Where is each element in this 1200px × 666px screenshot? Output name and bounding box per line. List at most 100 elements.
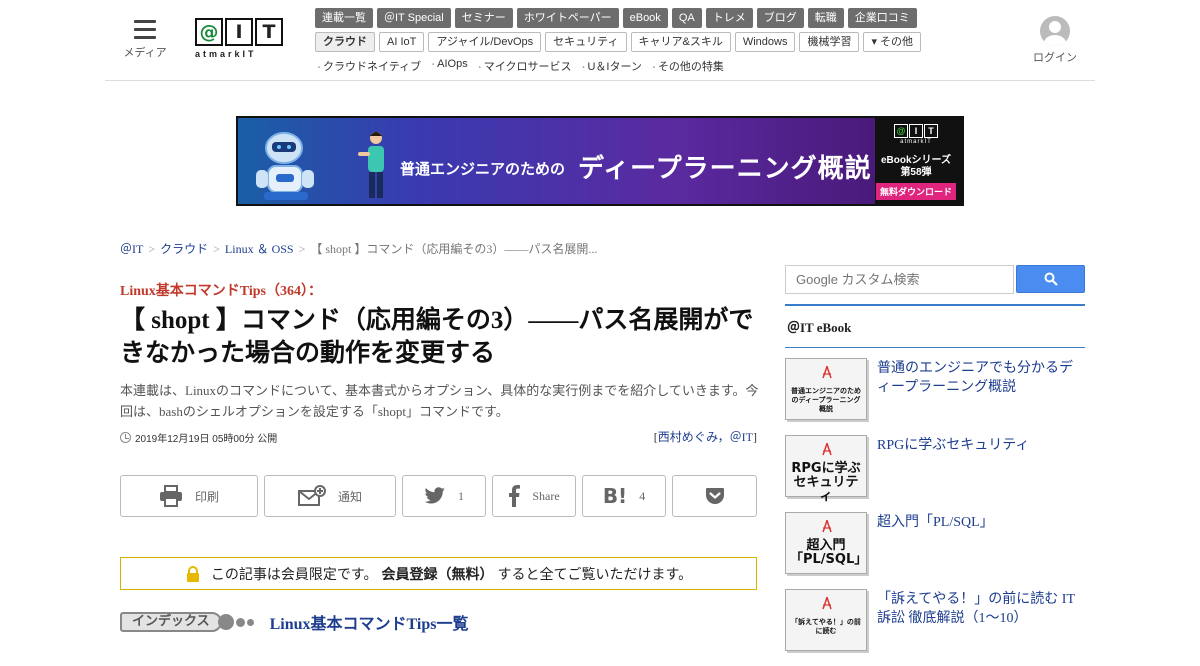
nav-item-career[interactable]: 転職: [807, 8, 844, 28]
nav-item-seminar[interactable]: セミナー: [454, 8, 513, 28]
banner-series-line1: eBookシリーズ: [880, 155, 952, 166]
nav-item-cloud[interactable]: クラウド: [315, 32, 375, 52]
breadcrumb-current: 【 shopt 】コマンド（応用編その3）――パス名展開...: [310, 242, 598, 256]
ebook-heading: ＠IT eBook: [785, 304, 1085, 348]
author-link[interactable]: 西村めぐみ，＠IT: [658, 430, 753, 444]
pocket-button[interactable]: [672, 475, 757, 517]
facebook-icon: [508, 485, 521, 507]
nav-item-treme[interactable]: トレメ: [705, 8, 753, 28]
search-icon: [1044, 272, 1058, 286]
site-header: メディア @ I T atmarkIT 連載一覧 ＠IT Special セミナ…: [105, 0, 1095, 81]
ebook-cover[interactable]: 普通エンジニアのためのディープラーニング概説: [785, 358, 867, 420]
ebook-cover-text: 超入門「PL/SQL」: [790, 538, 868, 567]
nav-link-other-features[interactable]: その他の特集: [650, 58, 724, 74]
robot-illustration: [256, 132, 314, 200]
user-avatar-icon: [1040, 16, 1070, 46]
notify-label: 通知: [337, 489, 362, 504]
logo-subtext: atmarkIT: [195, 49, 257, 59]
ebook-item[interactable]: 超入門「PL/SQL」 超入門「PL/SQL」: [785, 512, 1085, 589]
article-series[interactable]: Linux基本コマンドTips（364）：: [120, 280, 322, 300]
notify-button[interactable]: 通知: [264, 475, 396, 517]
page-title: 【 shopt 】コマンド（応用編その3）――パス名展開ができなかった場合の動作…: [120, 307, 754, 367]
index-row: インデックス Linux基本コマンドTips一覧: [120, 610, 469, 634]
nav-link-aiops[interactable]: AIOps: [429, 58, 468, 74]
breadcrumb-home[interactable]: ＠IT: [120, 242, 143, 256]
hatena-count: 4: [639, 488, 646, 503]
search-button[interactable]: [1016, 265, 1085, 293]
author-bracket-close: ]: [753, 430, 757, 444]
mail-plus-icon: [297, 485, 326, 507]
nav-item-ai-iot[interactable]: AI IoT: [379, 32, 425, 52]
nav-item-special[interactable]: ＠IT Special: [377, 8, 451, 28]
ebook-title[interactable]: 普通のエンジニアでも分かるディープラーニング概説: [877, 358, 1085, 435]
pdf-icon: [822, 519, 832, 533]
clock-icon: [120, 432, 131, 443]
pocket-icon: [705, 487, 725, 505]
login-button[interactable]: ログイン: [1030, 16, 1080, 65]
ebook-cover[interactable]: 超入門「PL/SQL」: [785, 512, 867, 574]
nav-item-qa[interactable]: QA: [671, 8, 702, 28]
ebook-item[interactable]: RPGに学ぶセキュリティ RPGに学ぶセキュリティ: [785, 435, 1085, 512]
print-icon: [159, 485, 183, 507]
secondary-nav: クラウド AI IoT アジャイル/DevOps セキュリティ キャリア&スキル…: [315, 32, 922, 52]
print-button[interactable]: 印刷: [120, 475, 258, 517]
member-register-link[interactable]: 会員登録（無料）: [382, 564, 494, 584]
ebook-title[interactable]: 「訴えてやる！」の前に読む IT訴訟 徹底解説（1～10）: [877, 589, 1085, 666]
banner-logo-subtext: atmarkIT: [900, 139, 932, 145]
ebook-cover[interactable]: 「訴えてやる！」の前に読む: [785, 589, 867, 651]
banner-logo-i: I: [909, 124, 923, 138]
index-link[interactable]: Linux基本コマンドTips一覧: [270, 610, 469, 634]
site-logo[interactable]: @ I T atmarkIT: [195, 18, 287, 64]
banner-series: eBookシリーズ 第58弾: [872, 155, 960, 179]
media-menu-label: メディア: [123, 47, 167, 59]
ebook-title[interactable]: 超入門「PL/SQL」: [877, 512, 994, 589]
nav-item-machine-learning[interactable]: 機械学習: [799, 32, 860, 52]
publish-date-text: 2019年12月19日 05時00分 公開: [135, 434, 278, 445]
breadcrumb-linux-oss[interactable]: Linux ＆ OSS: [225, 242, 294, 256]
ad-banner[interactable]: 普通エンジニアのための ディープラーニング概説 @ I T atmarkIT e…: [236, 116, 964, 206]
breadcrumb-cloud[interactable]: クラウド: [160, 242, 208, 256]
article-lead: 本連載は、Linuxのコマンドについて、基本書式からオプション、具体的な実行例ま…: [120, 383, 759, 419]
nav-item-company-reviews[interactable]: 企業口コミ: [847, 8, 917, 28]
nav-item-agile-devops[interactable]: アジャイル/DevOps: [428, 32, 542, 52]
publish-date: 2019年12月19日 05時00分 公開: [120, 430, 277, 445]
pdf-icon: [822, 365, 832, 379]
facebook-share-button[interactable]: Share: [492, 475, 576, 517]
nav-item-windows[interactable]: Windows: [734, 32, 796, 52]
nav-item-others[interactable]: ▾ その他: [863, 32, 922, 52]
print-label: 印刷: [194, 489, 219, 504]
ebook-list: 普通エンジニアのためのディープラーニング概説 普通のエンジニアでも分かるディープ…: [785, 358, 1085, 666]
banner-ebook-badge: @ I T atmarkIT eBookシリーズ 第58弾 無料ダウンロード: [872, 122, 960, 202]
index-tag-dots: [217, 614, 254, 630]
nav-link-microservices[interactable]: マイクロサービス: [476, 58, 572, 74]
ebook-item[interactable]: 「訴えてやる！」の前に読む 「訴えてやる！」の前に読む IT訴訟 徹底解説（1～…: [785, 589, 1085, 666]
banner-subtitle: 普通エンジニアのための: [400, 161, 566, 178]
login-label: ログイン: [1033, 52, 1077, 64]
index-tag-label: インデックス: [120, 612, 222, 632]
search-input[interactable]: [785, 265, 1014, 294]
nav-item-whitepaper[interactable]: ホワイトペーパー: [516, 8, 619, 28]
nav-item-security[interactable]: セキュリティ: [545, 32, 627, 52]
media-menu-button[interactable]: メディア: [122, 20, 168, 60]
nav-item-blog[interactable]: ブログ: [756, 8, 804, 28]
author: [西村めぐみ，＠IT]: [654, 428, 757, 445]
ebook-cover-text: 普通エンジニアのためのディープラーニング概説: [791, 387, 861, 413]
banner-download-button[interactable]: 無料ダウンロード: [875, 183, 956, 200]
ebook-cover[interactable]: RPGに学ぶセキュリティ: [785, 435, 867, 504]
nav-link-ui-turn[interactable]: U＆Iターン: [579, 58, 641, 74]
hatena-bookmark-button[interactable]: B! 4: [582, 475, 666, 517]
twitter-share-button[interactable]: 1: [402, 475, 486, 517]
person-illustration: [358, 132, 384, 198]
share-bar: 印刷 通知 1 Share B! 4: [120, 475, 757, 517]
nav-item-career-skill[interactable]: キャリア&スキル: [630, 32, 731, 52]
ebook-item[interactable]: 普通エンジニアのためのディープラーニング概説 普通のエンジニアでも分かるディープ…: [785, 358, 1085, 435]
members-only-notice: この記事は会員限定です。 会員登録（無料） すると全てご覧いただけます。: [120, 557, 757, 590]
nav-item-series[interactable]: 連載一覧: [315, 8, 373, 28]
members-notice-post: すると全てご覧いただけます。: [497, 565, 693, 582]
nav-link-cloud-native[interactable]: クラウドネイティブ: [315, 58, 421, 74]
ebook-title[interactable]: RPGに学ぶセキュリティ: [877, 435, 1029, 512]
logo-at: @: [195, 18, 223, 46]
tertiary-nav: クラウドネイティブ AIOps マイクロサービス U＆Iターン その他の特集: [315, 58, 724, 74]
nav-item-ebook[interactable]: eBook: [622, 8, 668, 28]
banner-title: ディープラーニング概説: [578, 153, 872, 183]
